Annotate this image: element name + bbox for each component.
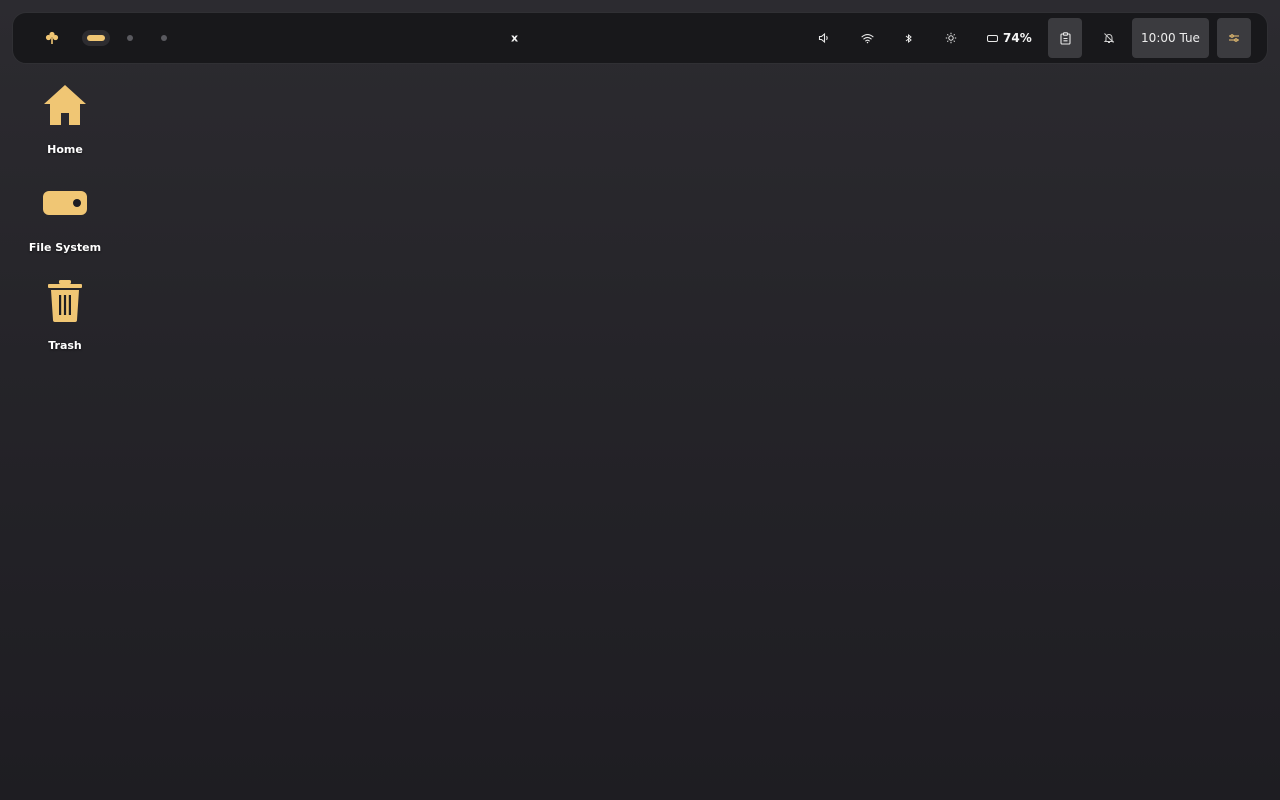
brightness-icon[interactable] bbox=[944, 31, 958, 45]
drive-icon bbox=[43, 191, 87, 215]
battery-percentage: 74% bbox=[1003, 31, 1032, 45]
desktop-icon-home[interactable]: Home bbox=[20, 77, 110, 156]
notifications-button[interactable] bbox=[1098, 18, 1120, 58]
workspace-1-indicator[interactable] bbox=[82, 30, 110, 46]
desktop-icon-file-system[interactable]: File System bbox=[20, 175, 110, 254]
clock-button[interactable]: 10:00 Tue bbox=[1132, 18, 1209, 58]
trash-icon bbox=[48, 280, 82, 322]
active-window-title: x bbox=[511, 31, 519, 45]
clipboard-button[interactable] bbox=[1048, 18, 1082, 58]
battery-indicator[interactable]: 74% bbox=[987, 31, 1032, 45]
desktop-icon-label: File System bbox=[28, 241, 102, 254]
wifi-icon[interactable] bbox=[860, 31, 874, 45]
top-bar: x 74% 10:00 Tue bbox=[12, 12, 1268, 64]
battery-icon bbox=[987, 34, 998, 42]
bluetooth-icon[interactable] bbox=[902, 31, 916, 45]
home-icon bbox=[44, 85, 86, 125]
desktop-icon-trash[interactable]: Trash bbox=[20, 273, 110, 352]
volume-icon[interactable] bbox=[817, 31, 831, 45]
workspace-2-indicator[interactable] bbox=[127, 35, 133, 41]
bell-off-icon bbox=[1103, 33, 1115, 43]
desktop-icon-label: Trash bbox=[48, 339, 82, 352]
quick-settings-button[interactable] bbox=[1217, 18, 1251, 58]
sliders-icon bbox=[1229, 34, 1239, 42]
workspace-3-indicator[interactable] bbox=[161, 35, 167, 41]
clipboard-icon bbox=[1059, 31, 1071, 45]
desktop-icon-label: Home bbox=[47, 143, 83, 156]
flower-icon[interactable] bbox=[43, 29, 61, 47]
clock-text: 10:00 Tue bbox=[1141, 31, 1200, 45]
